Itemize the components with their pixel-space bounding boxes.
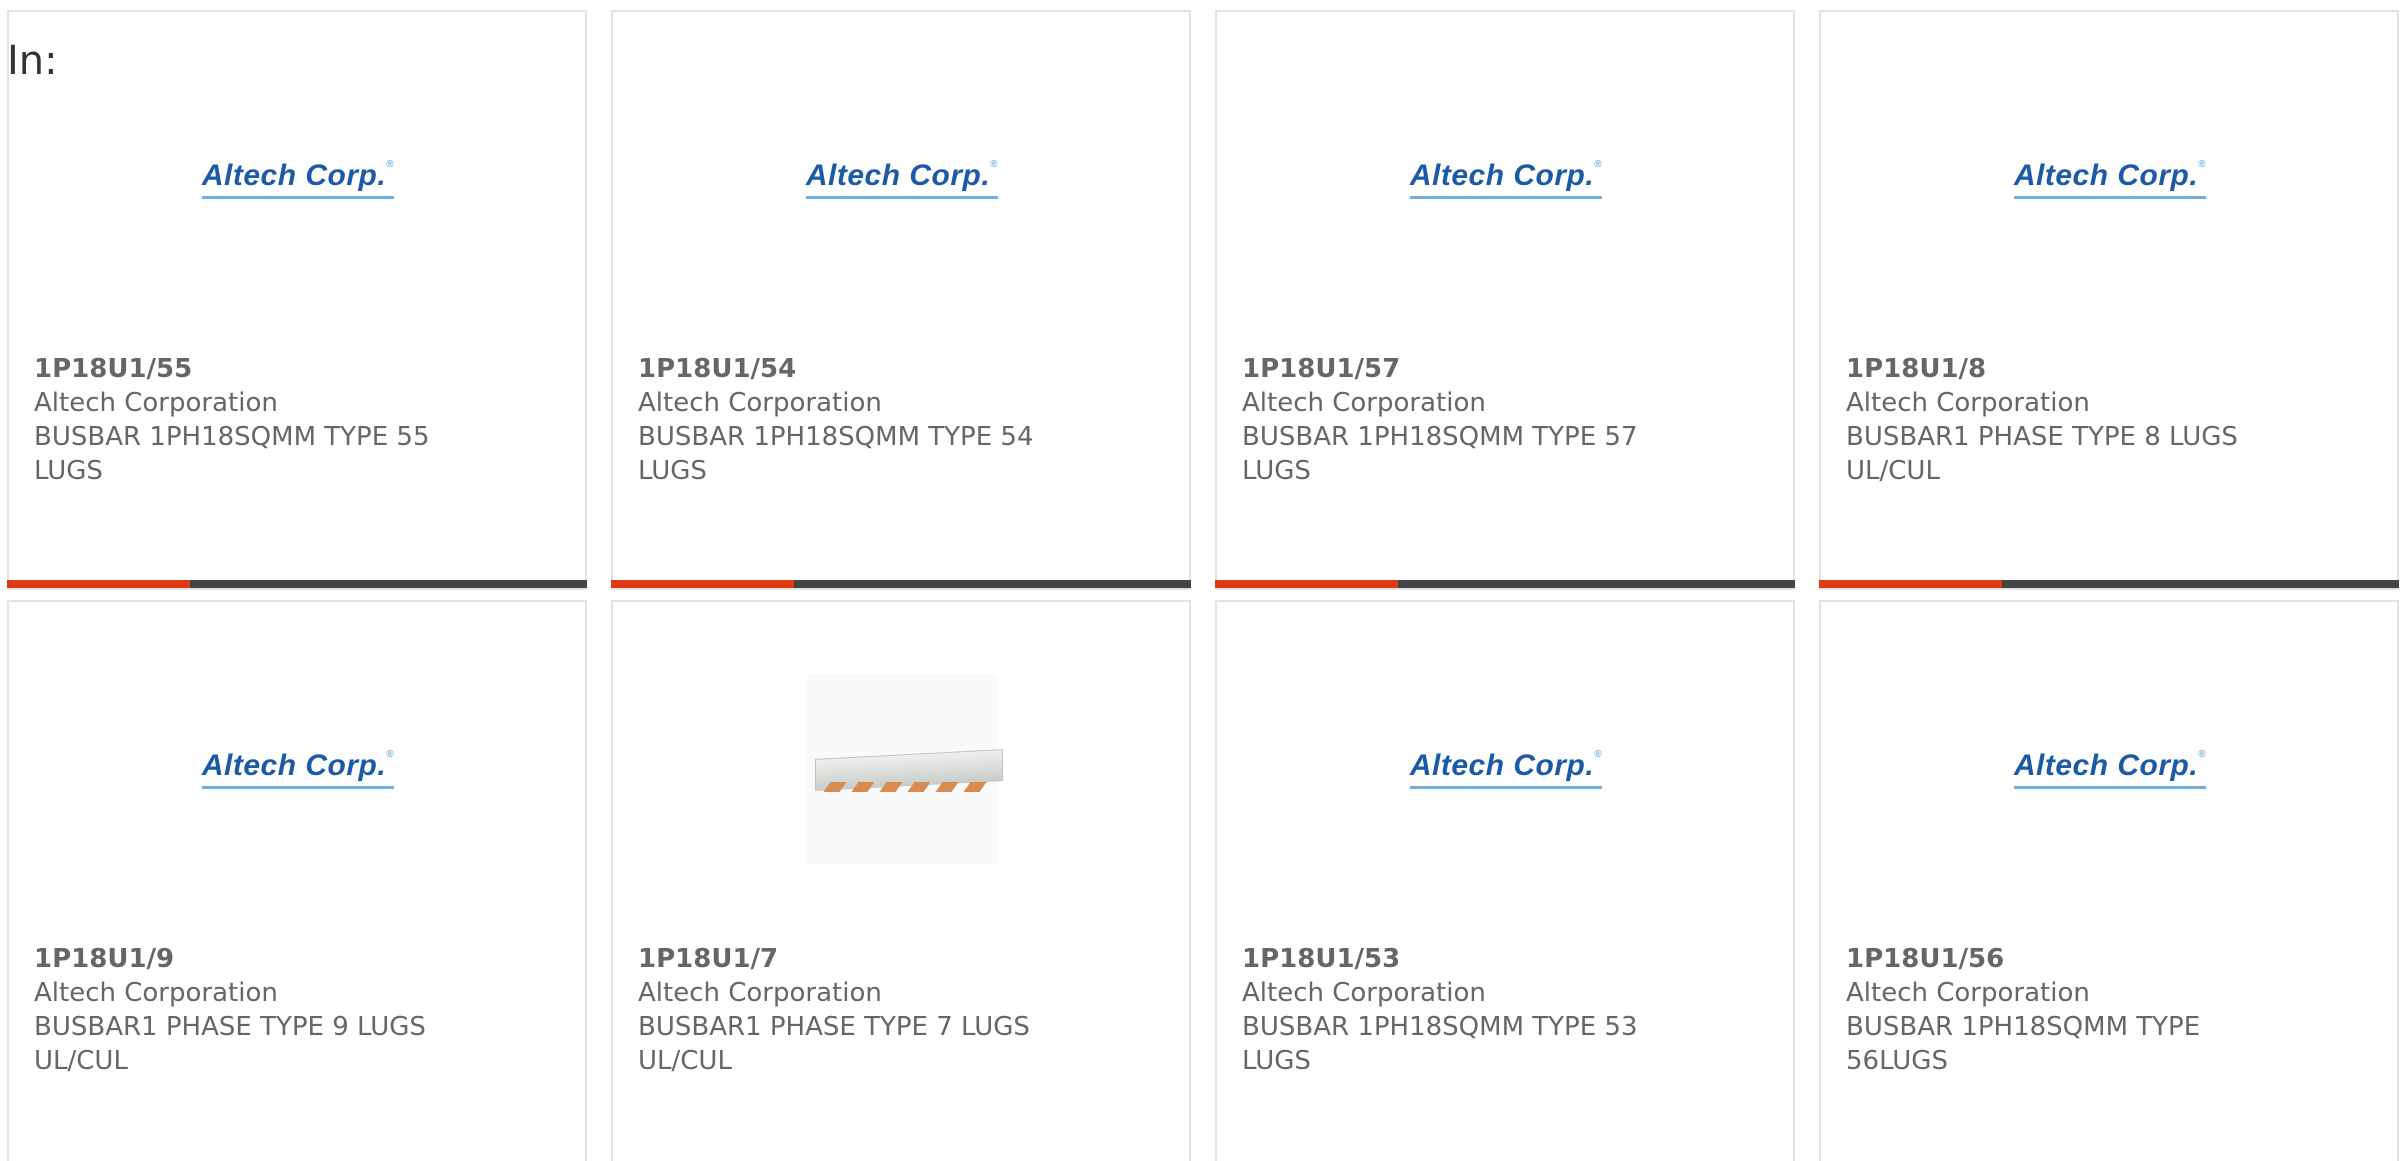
part-number[interactable]: 1P18U1/57 <box>1242 352 1662 386</box>
manufacturer-name: Altech Corporation <box>638 388 882 418</box>
card-accent-bar <box>1819 580 2399 588</box>
part-number[interactable]: 1P18U1/9 <box>34 942 454 976</box>
altech-logo: Altech Corp.® <box>2013 159 2207 199</box>
busbar-photo <box>807 674 1003 864</box>
manufacturer-name: Altech Corporation <box>1242 388 1486 418</box>
part-number[interactable]: 1P18U1/8 <box>1846 352 2266 386</box>
product-info: 1P18U1/7 Altech Corporation BUSBAR1 PHAS… <box>638 942 1058 1078</box>
manufacturer-name: Altech Corporation <box>1242 978 1486 1008</box>
product-description: BUSBAR 1PH18SQMM TYPE 56LUGS <box>1846 1012 2201 1076</box>
card-accent <box>1819 580 2002 588</box>
product-card[interactable]: Altech Corp.® 1P18U1/9 Altech Corporatio… <box>7 600 587 1161</box>
part-number[interactable]: 1P18U1/53 <box>1242 942 1662 976</box>
page: In: Altech Corp.® 1P18U1/55 Altech Corpo… <box>0 0 2400 1161</box>
product-description: BUSBAR 1PH18SQMM TYPE 57 LUGS <box>1242 422 1638 486</box>
manufacturer-name: Altech Corporation <box>1846 388 2090 418</box>
product-image[interactable]: Altech Corp.® <box>2009 78 2211 280</box>
product-grid: Altech Corp.® 1P18U1/55 Altech Corporati… <box>7 10 2399 1161</box>
product-info: 1P18U1/54 Altech Corporation BUSBAR 1PH1… <box>638 352 1058 488</box>
product-image[interactable]: Altech Corp.® <box>197 668 399 870</box>
product-info: 1P18U1/8 Altech Corporation BUSBAR1 PHAS… <box>1846 352 2266 488</box>
product-image[interactable] <box>801 668 1003 870</box>
product-description: BUSBAR 1PH18SQMM TYPE 55 LUGS <box>34 422 430 486</box>
part-number[interactable]: 1P18U1/56 <box>1846 942 2266 976</box>
product-info: 1P18U1/57 Altech Corporation BUSBAR 1PH1… <box>1242 352 1662 488</box>
product-info: 1P18U1/9 Altech Corporation BUSBAR1 PHAS… <box>34 942 454 1078</box>
altech-logo: Altech Corp.® <box>201 159 395 199</box>
part-number[interactable]: 1P18U1/7 <box>638 942 1058 976</box>
product-description: BUSBAR 1PH18SQMM TYPE 54 LUGS <box>638 422 1034 486</box>
product-card[interactable]: Altech Corp.® 1P18U1/55 Altech Corporati… <box>7 10 587 590</box>
altech-logo: Altech Corp.® <box>201 749 395 789</box>
product-description: BUSBAR1 PHASE TYPE 9 LUGS UL/CUL <box>34 1012 426 1076</box>
part-number[interactable]: 1P18U1/54 <box>638 352 1058 386</box>
manufacturer-name: Altech Corporation <box>34 978 278 1008</box>
altech-logo: Altech Corp.® <box>2013 749 2207 789</box>
product-info: 1P18U1/55 Altech Corporation BUSBAR 1PH1… <box>34 352 454 488</box>
manufacturer-name: Altech Corporation <box>638 978 882 1008</box>
product-image[interactable]: Altech Corp.® <box>197 78 399 280</box>
product-image[interactable]: Altech Corp.® <box>1405 78 1607 280</box>
product-card[interactable]: Altech Corp.® 1P18U1/53 Altech Corporati… <box>1215 600 1795 1161</box>
product-card[interactable]: Altech Corp.® 1P18U1/54 Altech Corporati… <box>611 10 1191 590</box>
altech-logo: Altech Corp.® <box>805 159 999 199</box>
manufacturer-name: Altech Corporation <box>1846 978 2090 1008</box>
product-description: BUSBAR1 PHASE TYPE 8 LUGS UL/CUL <box>1846 422 2238 486</box>
altech-logo: Altech Corp.® <box>1409 159 1603 199</box>
product-info: 1P18U1/56 Altech Corporation BUSBAR 1PH1… <box>1846 942 2266 1078</box>
product-image[interactable]: Altech Corp.® <box>801 78 1003 280</box>
product-image[interactable]: Altech Corp.® <box>2009 668 2211 870</box>
card-accent-bar <box>7 580 587 588</box>
part-number[interactable]: 1P18U1/55 <box>34 352 454 386</box>
card-accent <box>611 580 794 588</box>
card-accent <box>7 580 190 588</box>
product-info: 1P18U1/53 Altech Corporation BUSBAR 1PH1… <box>1242 942 1662 1078</box>
product-card[interactable]: Altech Corp.® 1P18U1/8 Altech Corporatio… <box>1819 10 2399 590</box>
product-card[interactable]: Altech Corp.® 1P18U1/57 Altech Corporati… <box>1215 10 1795 590</box>
product-description: BUSBAR1 PHASE TYPE 7 LUGS UL/CUL <box>638 1012 1030 1076</box>
product-card[interactable]: Altech Corp.® 1P18U1/56 Altech Corporati… <box>1819 600 2399 1161</box>
product-image[interactable]: Altech Corp.® <box>1405 668 1607 870</box>
card-accent-bar <box>611 580 1191 588</box>
busbar-pin <box>963 782 987 792</box>
card-accent <box>1215 580 1398 588</box>
card-accent-bar <box>1215 580 1795 588</box>
altech-logo: Altech Corp.® <box>1409 749 1603 789</box>
manufacturer-name: Altech Corporation <box>34 388 278 418</box>
filter-label: In: <box>7 38 58 84</box>
product-description: BUSBAR 1PH18SQMM TYPE 53 LUGS <box>1242 1012 1638 1076</box>
product-card[interactable]: 1P18U1/7 Altech Corporation BUSBAR1 PHAS… <box>611 600 1191 1161</box>
